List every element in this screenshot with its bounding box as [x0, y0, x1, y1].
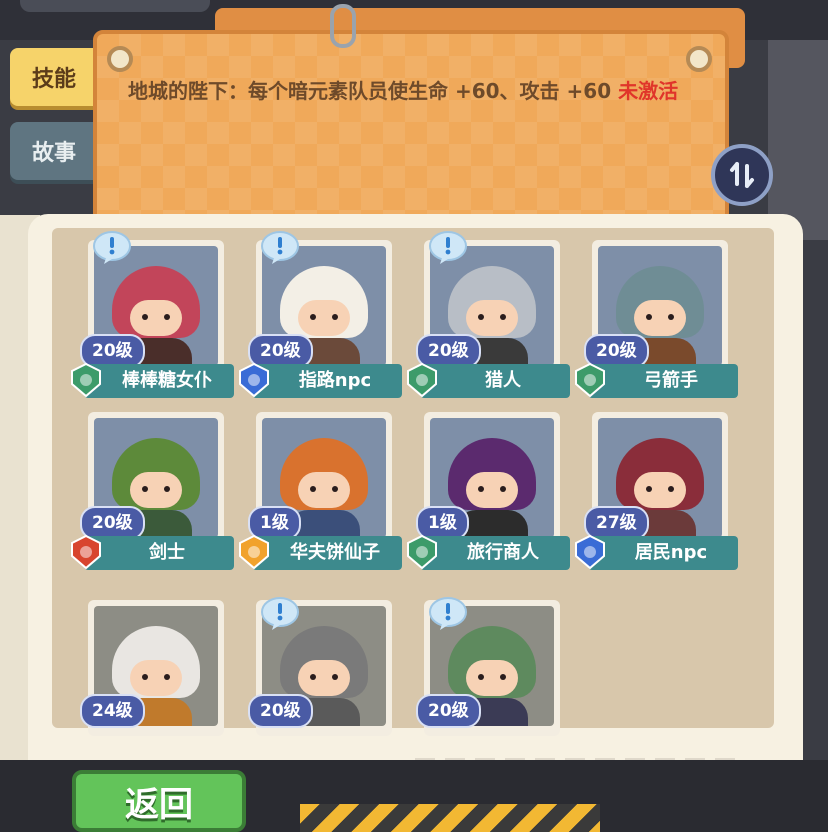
character-card[interactable]: 20级 指路npc — [239, 231, 402, 408]
character-face — [130, 472, 182, 508]
character-name: 棒棒糖女仆 — [84, 364, 234, 398]
role-shield-icon — [407, 362, 437, 398]
character-card[interactable]: 20级 弓箭手 — [575, 240, 738, 408]
tab-skill-label: 技能 — [32, 67, 77, 92]
skill-board — [93, 30, 729, 230]
role-shield-icon — [239, 362, 269, 398]
eye — [668, 314, 674, 320]
hud-panel — [20, 0, 210, 12]
role-shield-icon — [407, 534, 437, 570]
eye — [332, 314, 338, 320]
eye — [478, 314, 484, 320]
eye — [332, 486, 338, 492]
eye — [478, 674, 484, 680]
eye — [142, 674, 148, 680]
right-panel-edge — [768, 40, 828, 240]
swap-button[interactable] — [711, 144, 773, 206]
paperclip-icon — [330, 4, 356, 48]
character-card[interactable]: 27级 居民npc — [575, 412, 738, 580]
character-name: 旅行商人 — [420, 536, 570, 570]
eye — [500, 486, 506, 492]
character-name: 指路npc — [252, 364, 402, 398]
new-alert-icon — [261, 597, 299, 630]
eye — [478, 486, 484, 492]
pin-icon — [107, 46, 133, 72]
character-name: 华夫饼仙子 — [252, 536, 402, 570]
character-face — [634, 300, 686, 336]
role-shield-icon — [575, 362, 605, 398]
eye — [310, 674, 316, 680]
new-alert-icon — [261, 231, 299, 264]
back-button[interactable]: 返回 — [72, 770, 246, 832]
skill-text: 地城的陛下：每个暗元素队员使生命 +60、攻击 +60 — [128, 79, 612, 103]
level-badge: 20级 — [248, 694, 313, 728]
eye — [646, 314, 652, 320]
character-face — [130, 300, 182, 336]
character-face — [298, 472, 350, 508]
eye — [310, 486, 316, 492]
character-card[interactable]: 20级 剑士 — [71, 412, 234, 580]
character-card[interactable]: 1级 华夫饼仙子 — [239, 412, 402, 580]
eye — [142, 314, 148, 320]
eye — [646, 486, 652, 492]
character-card[interactable]: 24级 — [78, 600, 234, 768]
tab-story[interactable]: 故事 — [10, 122, 102, 180]
eye — [500, 314, 506, 320]
character-face — [466, 660, 518, 696]
character-card[interactable]: 20级 — [246, 597, 402, 768]
hazard-stripe — [300, 804, 600, 832]
role-shield-icon — [575, 534, 605, 570]
character-card[interactable]: 20级 — [414, 597, 570, 768]
level-badge: 24级 — [80, 694, 145, 728]
pin-icon — [686, 46, 712, 72]
character-card[interactable]: 20级 棒棒糖女仆 — [71, 231, 234, 408]
character-face — [466, 472, 518, 508]
tab-story-label: 故事 — [32, 141, 77, 166]
character-face — [634, 472, 686, 508]
character-face — [298, 660, 350, 696]
back-button-label: 返回 — [125, 784, 193, 825]
new-alert-icon — [93, 231, 131, 264]
character-card[interactable]: 20级 猎人 — [407, 231, 570, 408]
eye — [332, 674, 338, 680]
new-alert-icon — [429, 597, 467, 630]
eye — [668, 486, 674, 492]
level-badge: 20级 — [416, 694, 481, 728]
character-name: 剑士 — [84, 536, 234, 570]
eye — [500, 674, 506, 680]
character-face — [466, 300, 518, 336]
character-name: 弓箭手 — [588, 364, 738, 398]
new-alert-icon — [429, 231, 467, 264]
eye — [310, 314, 316, 320]
role-shield-icon — [71, 534, 101, 570]
character-name: 居民npc — [588, 536, 738, 570]
character-card[interactable]: 1级 旅行商人 — [407, 412, 570, 580]
eye — [142, 486, 148, 492]
swap-arrows-icon — [730, 162, 754, 188]
character-name: 猎人 — [420, 364, 570, 398]
eye — [164, 314, 170, 320]
skill-status: 未激活 — [618, 79, 679, 103]
character-face — [298, 300, 350, 336]
eye — [164, 486, 170, 492]
tab-skill[interactable]: 技能 — [10, 48, 102, 106]
eye — [164, 674, 170, 680]
skill-description: 地城的陛下：每个暗元素队员使生命 +60、攻击 +60 未激活 — [128, 75, 688, 107]
character-face — [130, 660, 182, 696]
role-shield-icon — [239, 534, 269, 570]
role-shield-icon — [71, 362, 101, 398]
